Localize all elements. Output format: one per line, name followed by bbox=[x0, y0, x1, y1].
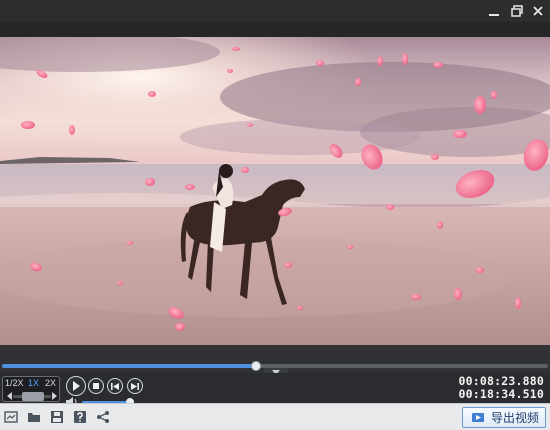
folder-icon bbox=[28, 413, 40, 422]
title-bar bbox=[0, 0, 550, 22]
timeline bbox=[0, 345, 550, 376]
previous-frame-button[interactable] bbox=[107, 378, 123, 394]
speed-slider[interactable] bbox=[7, 392, 57, 401]
video-editor-window: 1/2X 1X 2X 00:08:23.880 00:18:34.510 导出视… bbox=[0, 0, 550, 430]
restore-icon[interactable] bbox=[509, 3, 525, 19]
speed-normal[interactable]: 1X bbox=[28, 378, 39, 388]
open-file-button[interactable] bbox=[4, 410, 18, 424]
help-button[interactable] bbox=[73, 410, 87, 424]
video-preview[interactable] bbox=[0, 37, 550, 345]
current-time: 00:08:23.880 bbox=[458, 374, 544, 388]
bottom-toolbar: 导出视频 bbox=[0, 403, 550, 430]
play-icon bbox=[73, 381, 80, 391]
playhead-handle[interactable] bbox=[250, 361, 261, 371]
share-icon bbox=[97, 411, 109, 423]
speed-up-icon[interactable] bbox=[52, 392, 57, 400]
speed-slider-thumb[interactable] bbox=[22, 392, 44, 401]
total-duration: 00:18:34.510 bbox=[458, 387, 544, 401]
speed-double[interactable]: 2X bbox=[45, 378, 56, 388]
stop-button[interactable] bbox=[88, 378, 104, 394]
export-video-label: 导出视频 bbox=[491, 411, 540, 425]
share-button[interactable] bbox=[96, 410, 110, 424]
help-icon bbox=[74, 411, 86, 423]
speed-half[interactable]: 1/2X bbox=[5, 378, 24, 388]
play-button[interactable] bbox=[66, 376, 86, 396]
save-button[interactable] bbox=[50, 410, 64, 424]
speed-down-icon[interactable] bbox=[7, 392, 12, 400]
open-folder-button[interactable] bbox=[27, 410, 41, 424]
video-frame bbox=[0, 37, 550, 345]
next-icon bbox=[131, 382, 139, 390]
export-video-icon bbox=[472, 413, 484, 422]
progress-fill bbox=[2, 364, 256, 368]
open-file-icon bbox=[4, 411, 18, 423]
playback-controls: 1/2X 1X 2X 00:08:23.880 00:18:34.510 bbox=[0, 373, 550, 407]
close-icon[interactable] bbox=[530, 3, 546, 19]
stop-icon bbox=[93, 383, 99, 389]
previous-icon bbox=[111, 382, 119, 390]
next-frame-button[interactable] bbox=[127, 378, 143, 394]
minimize-icon[interactable] bbox=[486, 3, 502, 19]
speed-control: 1/2X 1X 2X bbox=[2, 376, 60, 402]
save-icon bbox=[51, 411, 63, 423]
export-video-button[interactable]: 导出视频 bbox=[462, 407, 546, 428]
